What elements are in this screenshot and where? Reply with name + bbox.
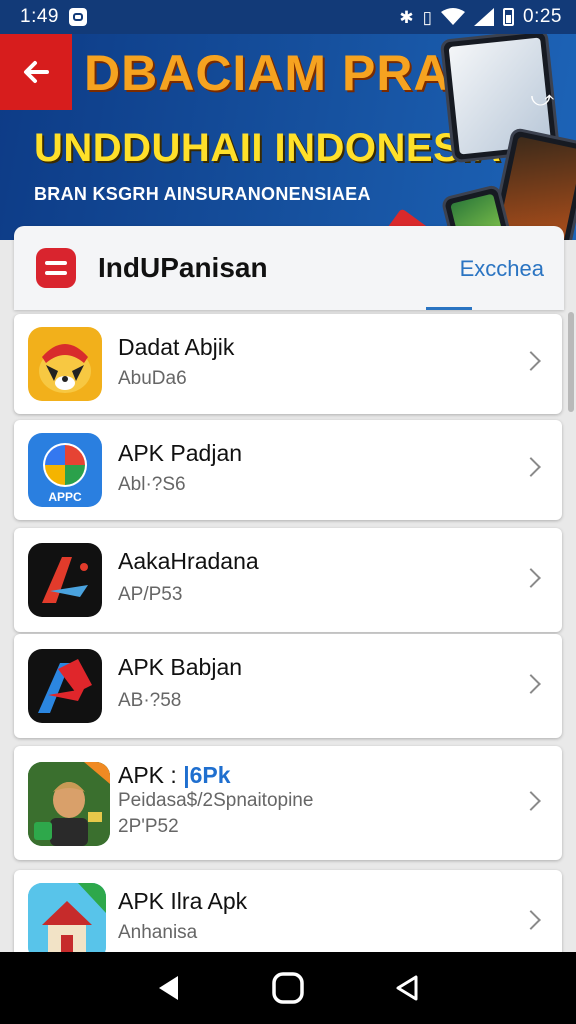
banner-title: DBACIAM PRAR [84, 45, 488, 101]
app-subtitle: AP/P53 [118, 584, 183, 605]
red-blue-a-icon [28, 649, 102, 723]
status-icons: ✱ ▯ 0:25 [399, 6, 562, 28]
svg-text:APPC: APPC [48, 490, 82, 504]
chevron-right-icon [521, 568, 541, 588]
list-item[interactable]: AakaHradana AP/P53 [14, 528, 562, 632]
chevron-right-icon [521, 457, 541, 477]
promo-banner[interactable]: DBACIAM PRAR UNDDUHAII INDONESIA BRAN KS… [0, 34, 576, 240]
signal-icon [474, 8, 495, 26]
chevron-right-icon [521, 674, 541, 694]
avatar-money-icon [28, 762, 110, 846]
system-nav-bar [0, 952, 576, 1024]
app-subtitle: AB·?58 [118, 690, 182, 711]
app-name: IndUPanisan [98, 252, 268, 283]
scrollbar[interactable] [568, 312, 574, 412]
battery-icon [503, 8, 515, 26]
share-icon[interactable]: ⤻ [530, 86, 554, 112]
home-circle-icon [272, 972, 304, 1004]
vibrate-icon: ▯ [422, 7, 433, 27]
app-logo-icon [36, 248, 76, 288]
app-description: Peidasa$/2Spnaitopine [118, 790, 314, 811]
chevron-right-icon [521, 910, 541, 930]
arrow-left-icon [24, 61, 49, 83]
nav-back-button[interactable] [149, 968, 189, 1008]
app-title: APK Babjan [118, 654, 243, 680]
app-header: IndUPanisan Excchea [14, 226, 564, 310]
back-button[interactable] [0, 34, 72, 110]
nav-home-button[interactable] [268, 968, 308, 1008]
app-title: APK Ilra Apk [118, 888, 248, 914]
wifi-icon [441, 8, 466, 25]
apk-compass-icon: APPC [28, 433, 102, 507]
chevron-right-icon [521, 791, 541, 811]
app-subtitle: 2P'P52 [118, 816, 179, 837]
bluetooth-icon: ✱ [399, 7, 414, 27]
app-title-highlight: |6Pk [183, 762, 231, 788]
chevron-right-icon [521, 351, 541, 371]
list-item[interactable]: Dadat Abjik AbuDa6 [14, 314, 562, 414]
app-title: AakaHradana [118, 548, 259, 574]
list-item[interactable]: APK Babjan AB·?58 [14, 634, 562, 738]
recents-triangle-icon [396, 975, 418, 1001]
app-title: Dadat Abjik [118, 334, 235, 360]
nav-recents-button[interactable] [387, 968, 427, 1008]
app-title: APK Padjan [118, 440, 243, 466]
tab-exchange[interactable]: Excchea [460, 256, 544, 282]
list-item[interactable]: APK : |6Pk Peidasa$/2Spnaitopine 2P'P52 [14, 746, 562, 860]
raccoon-mask-icon [28, 327, 102, 401]
app-subtitle: Abl·?S6 [118, 474, 186, 495]
status-time: 1:49 [20, 6, 59, 27]
status-clock-right: 0:25 [523, 6, 562, 27]
banner-subtitle: UNDDUHAII INDONESIA [34, 126, 502, 170]
tab-indicator [426, 307, 472, 310]
app-title: APK : |6Pk [118, 762, 231, 788]
banner-tagline: BRAN KSGRH AINSURANONENSIAEA [34, 184, 371, 204]
app-subtitle: AbuDa6 [118, 368, 187, 389]
house-game-icon [28, 883, 106, 961]
app-subtitle: Anhanisa [118, 922, 198, 943]
list-item[interactable]: APPC APK Padjan Abl·?S6 [14, 420, 562, 520]
status-bar: 1:49 ✱ ▯ 0:25 [0, 0, 576, 34]
back-triangle-icon [159, 976, 179, 1000]
red-a-arrow-icon [28, 543, 102, 617]
notification-icon [68, 8, 87, 26]
